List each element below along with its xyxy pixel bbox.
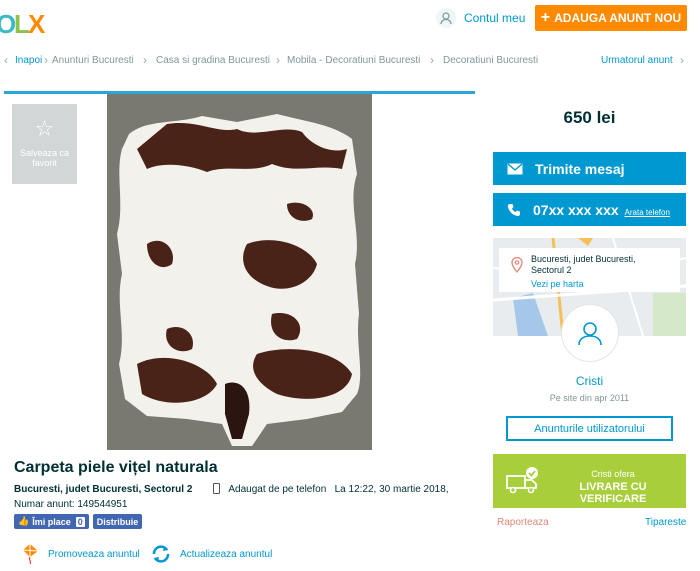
account-link[interactable]: Contul meu [436, 8, 525, 28]
save-favorite-label: Salveaza ca favorit [19, 148, 70, 168]
phone-icon [507, 203, 520, 216]
phone-number: 07xx xxx xxx [533, 201, 619, 218]
facebook-like-button[interactable]: 👍 Îmi place 0 [14, 514, 89, 529]
report-link[interactable]: Raporteaza [497, 517, 549, 528]
user-icon [436, 8, 456, 28]
avatar[interactable] [561, 304, 619, 362]
show-phone-link[interactable]: Arata telefon [625, 208, 670, 217]
ad-number: Numar anunt: 149544951 [14, 499, 128, 510]
print-link[interactable]: Tipareste [645, 517, 686, 528]
listing-location: Bucuresti, judet Bucuresti, Sectorul 2 [14, 484, 193, 495]
back-link[interactable]: Inapoi [15, 55, 42, 66]
share-label: Distribuie [96, 516, 139, 527]
thumbs-up-icon: 👍 [18, 516, 30, 526]
location-card: Bucuresti, judet Bucuresti, Sectorul 2 V… [499, 248, 680, 292]
plus-icon: + [540, 9, 551, 26]
chevron-left-icon: ‹ [4, 53, 8, 67]
olx-logo[interactable]: O L X [0, 8, 48, 39]
add-listing-label: ADAUGA ANUNT NOU [554, 11, 682, 25]
refresh-label: Actualizeaza anuntul [180, 548, 273, 560]
breadcrumb-item[interactable]: Casa si gradina Bucuresti [156, 55, 270, 66]
user-avatar-icon [578, 322, 602, 346]
send-message-button[interactable]: Trimite mesaj [493, 152, 686, 185]
promote-listing-link[interactable]: Promoveaza anuntul [20, 543, 140, 565]
chevron-right-icon: › [44, 53, 48, 67]
star-icon: ☆ [34, 116, 55, 141]
show-phone-button[interactable]: 07xx xxx xxx Arata telefon [493, 193, 686, 226]
chevron-right-icon: › [680, 53, 684, 67]
breadcrumb: ‹ Inapoi › Anunturi Bucuresti › Casa si … [0, 52, 700, 70]
map-pin-icon [511, 257, 523, 273]
social-buttons: 👍 Îmi place 0 Distribuie [14, 514, 143, 529]
user-listings-button[interactable]: Anunturile utilizatorului [506, 416, 673, 441]
like-label: Îmi place [32, 516, 71, 527]
delivery-line1: Cristi ofera [591, 469, 635, 479]
listing-title: Carpeta piele vițel naturala [14, 459, 218, 476]
delivery-line2: LIVRARE CU VERIFICARE [579, 481, 647, 505]
refresh-listing-link[interactable]: Actualizeaza anuntul [150, 543, 272, 565]
next-listing-link[interactable]: Urmatorul anunt [601, 55, 673, 66]
save-favorite-button[interactable]: ☆ Salveaza ca favorit [12, 104, 77, 184]
delivery-banner[interactable]: Cristi ofera LIVRARE CU VERIFICARE [493, 454, 686, 508]
price: 650 lei [563, 108, 616, 127]
breadcrumb-item[interactable]: Mobila - Decoratiuni Bucuresti [287, 55, 420, 66]
svg-text:X: X [28, 9, 46, 38]
member-since: Pe site din apr 2011 [549, 393, 630, 403]
cowhide-image [107, 94, 372, 450]
refresh-icon [152, 545, 170, 563]
olx-logo-graphic: O L X [0, 9, 46, 39]
added-via: Adaugat de pe telefon [228, 484, 327, 495]
added-at: La 12:22, 30 martie 2018, [334, 484, 449, 495]
facebook-share-button[interactable]: Distribuie [92, 514, 143, 529]
listing-meta: Bucuresti, judet Bucuresti, Sectorul 2 A… [14, 483, 449, 495]
promote-label: Promoveaza anuntul [48, 548, 140, 560]
mobile-phone-icon [213, 483, 221, 494]
delivery-truck-icon [506, 467, 538, 494]
kite-icon [22, 544, 39, 565]
view-map-link[interactable]: Vezi pe harta [531, 279, 674, 290]
add-listing-button[interactable]: + ADAUGA ANUNT NOU [535, 5, 687, 31]
breadcrumb-item[interactable]: Anunturi Bucuresti [52, 55, 134, 66]
send-message-label: Trimite mesaj [535, 160, 625, 177]
listing-photo[interactable] [107, 94, 372, 450]
chevron-right-icon: › [430, 53, 434, 67]
seller-name[interactable]: Cristi [493, 374, 686, 388]
breadcrumb-item[interactable]: Decoratiuni Bucuresti [443, 55, 538, 66]
envelope-icon [507, 162, 523, 174]
chevron-right-icon: › [276, 53, 280, 67]
account-label: Contul meu [464, 11, 526, 25]
like-count: 0 [75, 516, 85, 527]
location-line1: Bucuresti, judet Bucuresti, [531, 254, 636, 264]
chevron-right-icon: › [143, 53, 147, 67]
location-line2: Sectorul 2 [531, 265, 572, 275]
